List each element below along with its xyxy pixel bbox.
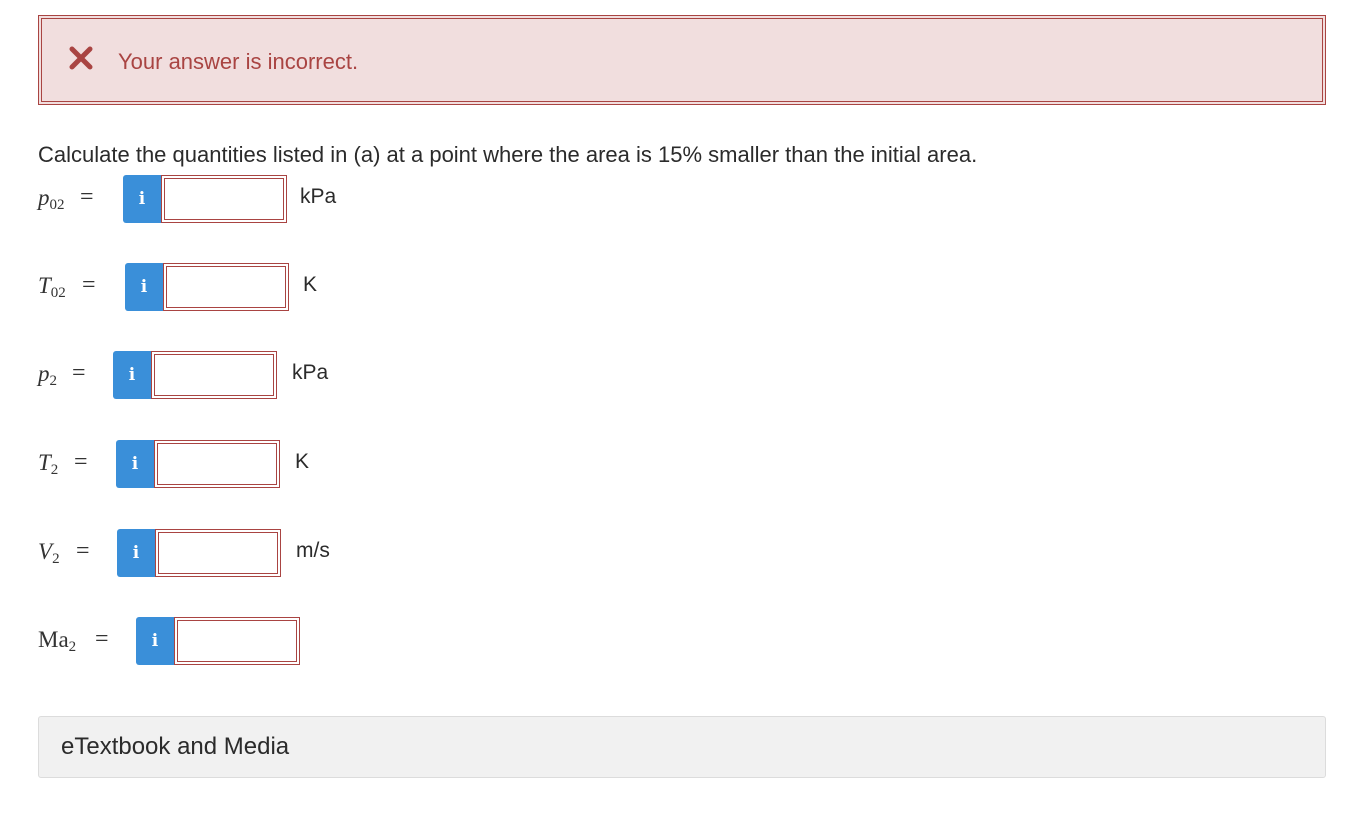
equals-sign: = [95,626,109,652]
info-icon: i [151,631,159,651]
variable-label: Ma2 [38,627,77,655]
info-button[interactable]: i [125,263,163,311]
answer-row-p02: p02 = i kPa [38,175,438,225]
info-button[interactable]: i [123,175,161,223]
ma2-answer-input[interactable] [174,617,300,665]
etextbook-and-media-panel[interactable]: eTextbook and Media [38,716,1326,778]
answer-row-p2: p2 = i kPa [38,351,438,401]
info-icon: i [138,189,146,209]
info-icon: i [128,365,136,385]
question-text: Calculate the quantities listed in (a) a… [38,142,978,167]
info-button[interactable]: i [113,351,151,399]
equals-sign: = [76,538,90,564]
v2-answer-input[interactable] [155,529,281,577]
answer-row-t2: T2 = i K [38,440,438,490]
alert-message: Your answer is incorrect. [118,49,359,74]
p2-answer-input[interactable] [151,351,277,399]
answer-row-v2: V2 = i m/s [38,529,438,579]
incorrect-answer-alert: Your answer is incorrect. [38,15,1326,105]
info-icon: i [132,543,140,563]
unit-label: kPa [300,185,337,208]
t02-answer-input[interactable] [163,263,289,311]
unit-label: K [295,450,310,473]
p02-answer-input[interactable] [161,175,287,223]
info-button[interactable]: i [117,529,155,577]
info-button[interactable]: i [116,440,154,488]
equals-sign: = [74,449,88,475]
variable-label: p2 [38,361,57,389]
answer-row-t02: T02 = i K [38,263,438,313]
equals-sign: = [80,184,94,210]
unit-label: K [303,273,318,296]
variable-label: T2 [38,450,59,478]
equals-sign: = [82,272,96,298]
answer-row-ma2: Ma2 = i [38,617,438,667]
close-x-icon [69,46,93,70]
unit-label: m/s [296,539,330,562]
info-icon: i [140,277,148,297]
unit-label: kPa [292,361,329,384]
variable-label: V2 [38,539,60,567]
info-icon: i [131,454,139,474]
etextbook-label: eTextbook and Media [61,733,290,760]
t2-answer-input[interactable] [154,440,280,488]
variable-label: p02 [38,185,65,213]
info-button[interactable]: i [136,617,174,665]
equals-sign: = [72,360,86,386]
variable-label: T02 [38,273,66,301]
